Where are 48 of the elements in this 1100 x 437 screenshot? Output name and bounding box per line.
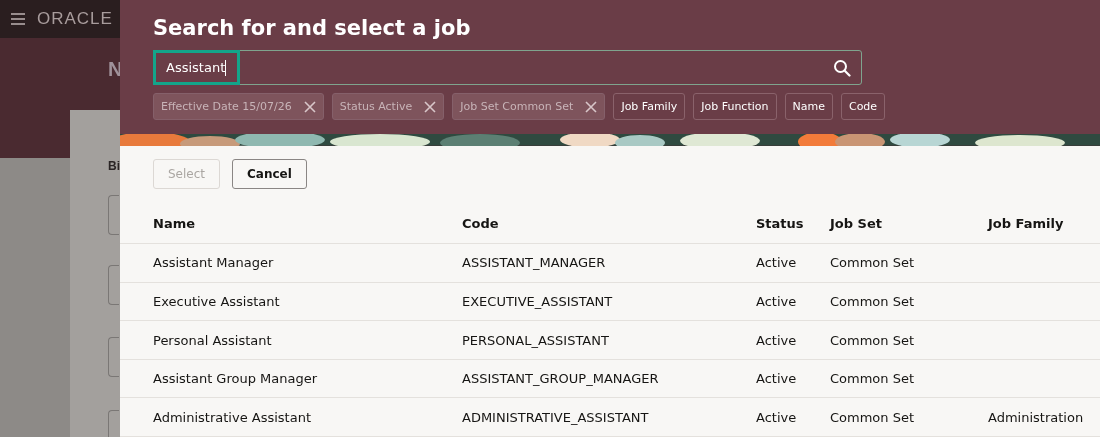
code-cell: PERSONAL_ASSISTANT xyxy=(462,332,609,348)
status-cell: Active xyxy=(756,255,797,271)
input-field[interactable] xyxy=(108,265,119,305)
code-cell: ASSISTANT_GROUP_MANAGER xyxy=(462,371,659,387)
code-cell: ADMINISTRATIVE_ASSISTANT xyxy=(462,409,649,425)
remove-icon[interactable] xyxy=(424,100,437,113)
job-set-cell: Common Set xyxy=(830,332,915,348)
section-label: Bi xyxy=(108,159,120,173)
column-header[interactable]: Status xyxy=(756,215,804,231)
job-set-cell: Common Set xyxy=(830,255,915,271)
status-cell: Active xyxy=(756,371,797,387)
name-cell: Assistant Group Manager xyxy=(153,371,318,387)
name-cell: Administrative Assistant xyxy=(153,409,311,425)
job-set-cell: Common Set xyxy=(830,293,915,309)
input-field[interactable] xyxy=(108,195,119,235)
job-set-cell: Common Set xyxy=(830,409,915,425)
status-cell: Active xyxy=(756,293,797,309)
column-header[interactable]: Job Set xyxy=(830,215,882,231)
filter-option-chip[interactable]: Code xyxy=(840,93,886,120)
remove-icon[interactable] xyxy=(585,100,598,113)
name-cell: Assistant Manager xyxy=(153,255,274,271)
job-family-cell: Administration xyxy=(988,409,1084,425)
menu-icon[interactable] xyxy=(11,13,25,25)
table-row[interactable]: Assistant Manager ASSISTANT_MANAGER Active Common Set xyxy=(120,244,1100,283)
job-set-cell: Common Set xyxy=(830,371,915,387)
table-row[interactable]: Assistant Group Manager ASSISTANT_GROUP_MANAGER Active Common Set xyxy=(120,359,1100,399)
filter-option-chip[interactable]: Job Function xyxy=(693,93,777,120)
table-row[interactable]: Administrative Assistant ADMINISTRATIVE_ASSISTANT Active Common Set Administration xyxy=(120,398,1100,437)
filter-option-chip[interactable]: Job Family xyxy=(613,93,686,120)
column-header[interactable]: Name xyxy=(153,215,195,231)
input-field[interactable] xyxy=(108,337,119,377)
remove-icon[interactable] xyxy=(303,100,316,113)
dialog-title: Search for and select a job xyxy=(153,16,472,42)
status-cell: Active xyxy=(756,332,797,348)
code-cell: EXECUTIVE_ASSISTANT xyxy=(462,293,613,309)
name-cell: Personal Assistant xyxy=(153,332,272,348)
status-cell: Active xyxy=(756,409,797,425)
search-field[interactable]: Assistant xyxy=(153,50,862,85)
column-header[interactable]: Code xyxy=(462,215,499,231)
table-row[interactable]: Personal Assistant PERSONAL_ASSISTANT Active Common Set xyxy=(120,321,1100,360)
name-cell: Executive Assistant xyxy=(153,293,280,309)
brand-logo-text: ORACLE xyxy=(37,9,113,29)
filter-option-chip[interactable]: Name xyxy=(784,93,833,120)
column-header[interactable]: Job Family xyxy=(988,215,1064,231)
table-row[interactable]: Executive Assistant EXECUTIVE_ASSISTANT Active Common Set xyxy=(120,282,1100,322)
search-icon[interactable] xyxy=(833,58,851,77)
code-cell: ASSISTANT_MANAGER xyxy=(462,255,606,271)
cancel-button[interactable]: Cancel xyxy=(232,159,307,190)
